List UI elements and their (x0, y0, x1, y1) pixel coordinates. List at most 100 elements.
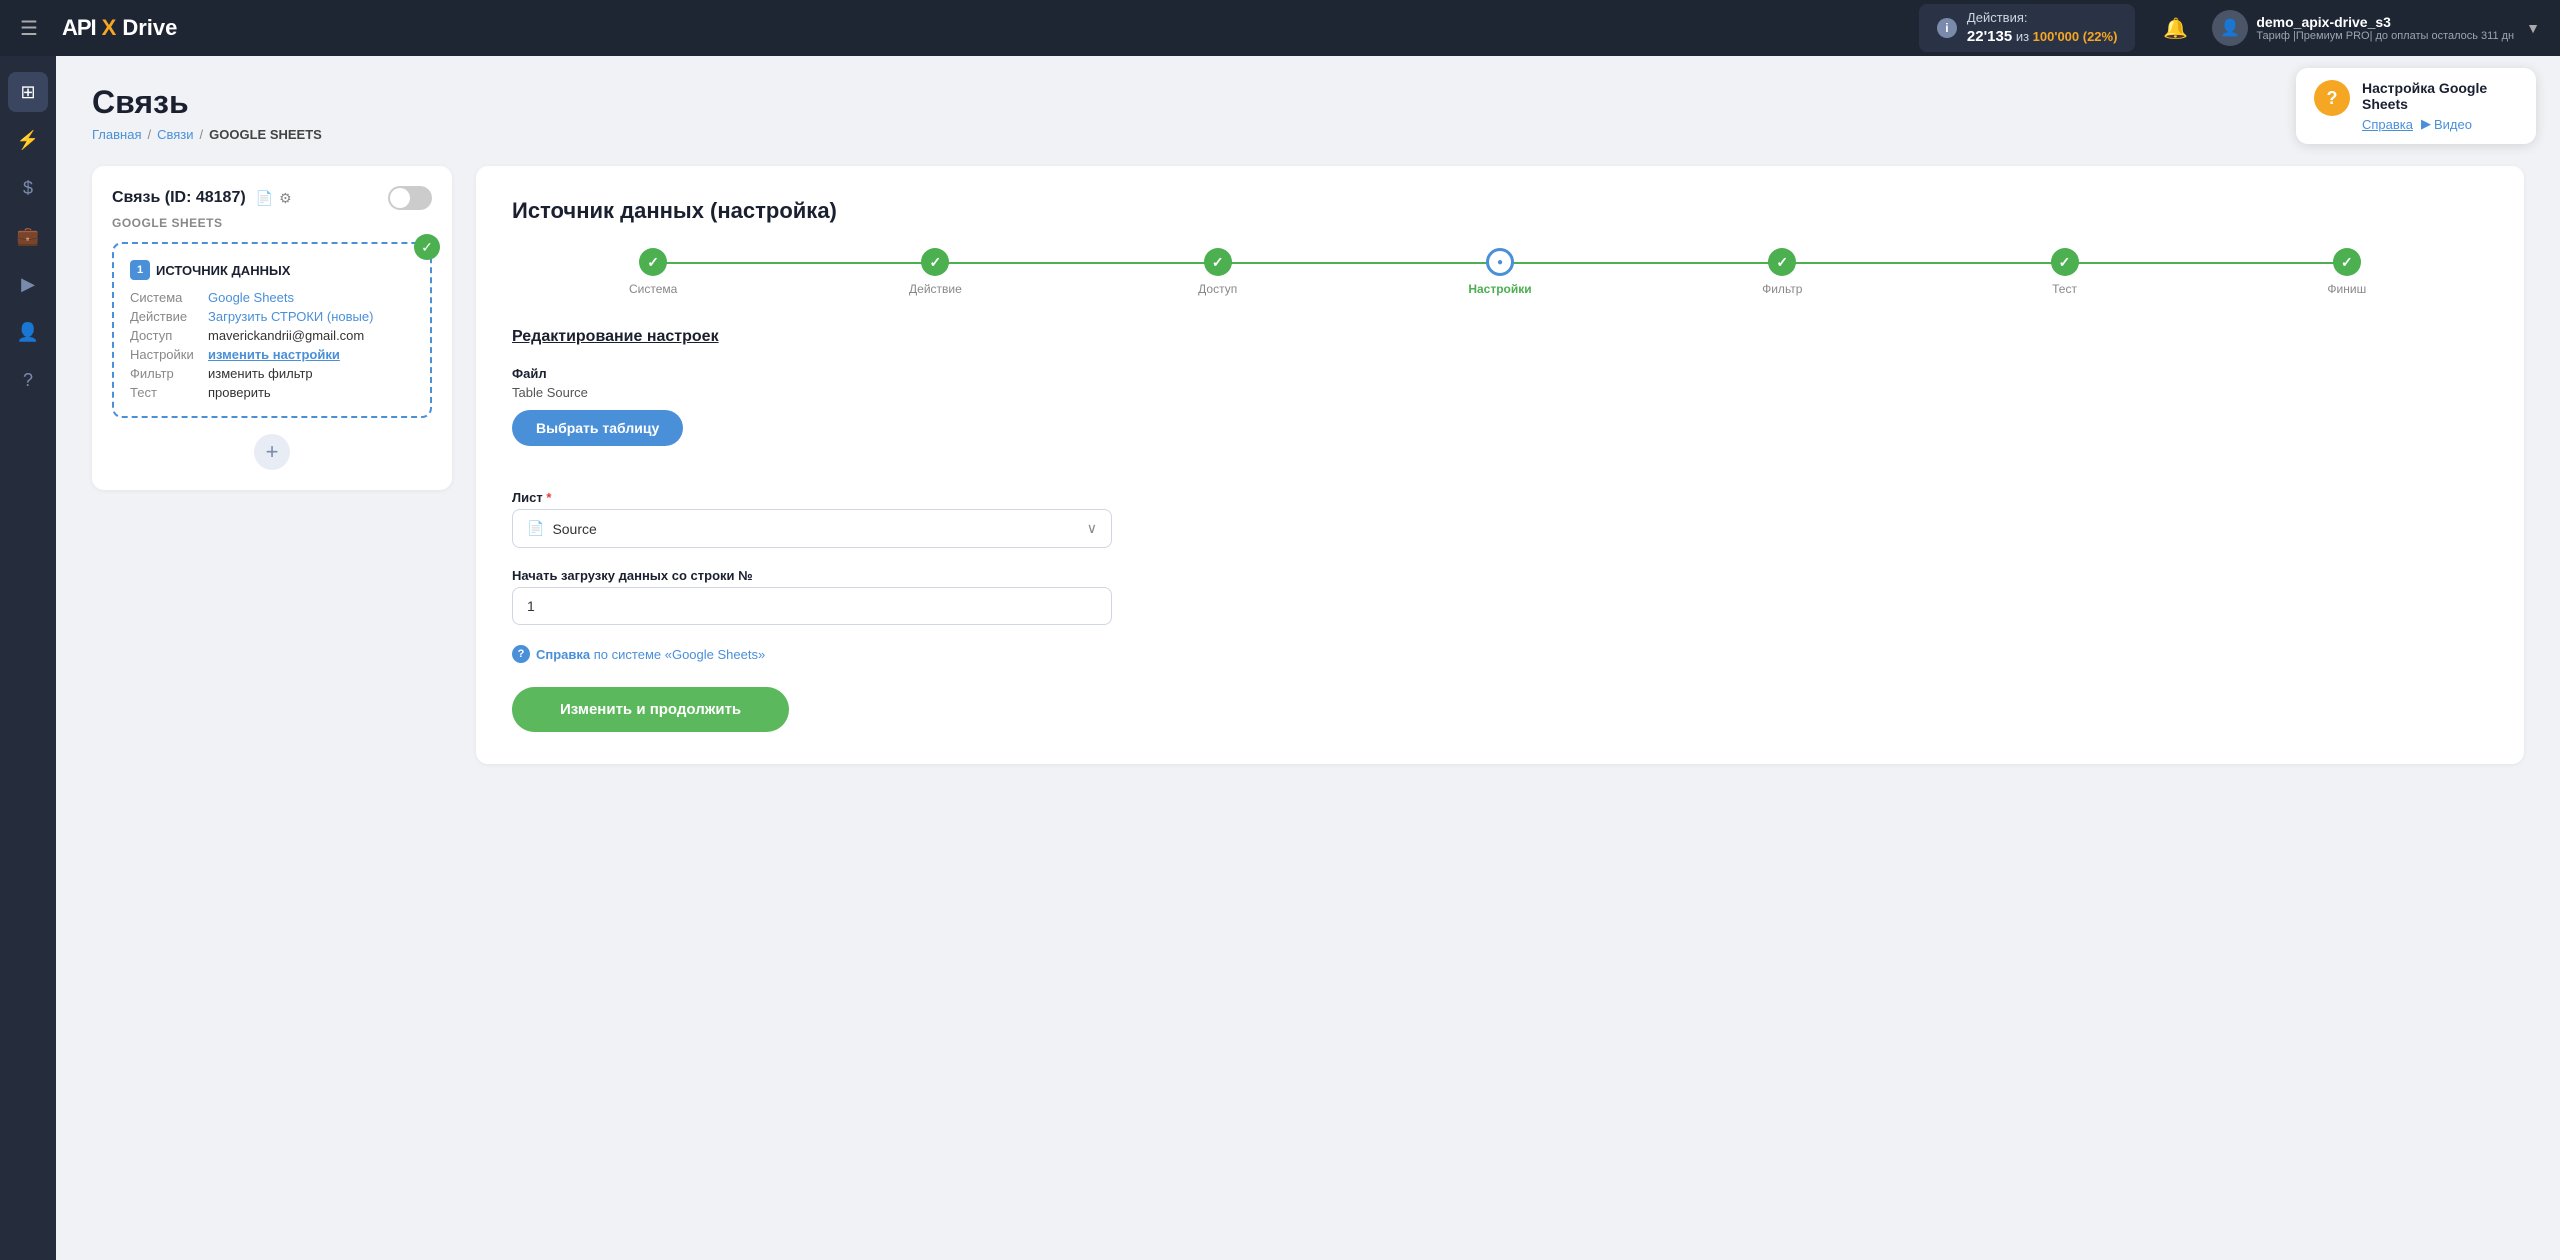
doc-icon: 📄 (527, 520, 544, 537)
chevron-down-icon: ∨ (1087, 520, 1097, 537)
step-label-filter: Фильтр (1762, 282, 1802, 296)
step-label-sistema: Система (629, 282, 677, 296)
actions-box: i Действия: 22'135 из 100'000 (22%) (1919, 4, 2136, 52)
sheet-dropdown[interactable]: 📄 Source ∨ (512, 509, 1112, 548)
table-row: Тест проверить (130, 385, 414, 400)
add-button[interactable]: + (254, 434, 290, 470)
user-menu[interactable]: 👤 demo_apix-drive_s3 Тариф |Премиум PRO|… (2212, 10, 2540, 46)
source-label: ИСТОЧНИК ДАННЫХ (156, 263, 290, 278)
step-circle-access: ✓ (1204, 248, 1232, 276)
table-row: Доступ maverickandrii@gmail.com (130, 328, 414, 343)
actions-limit: 100'000 (22%) (2033, 29, 2118, 44)
step-filter: ✓ Фильтр (1641, 248, 1923, 296)
logo-api: API (62, 15, 96, 41)
select-table-button[interactable]: Выбрать таблицу (512, 410, 683, 446)
step-label-finish: Финиш (2327, 282, 2366, 296)
table-row: Фильтр изменить фильтр (130, 366, 414, 381)
step-label-access: Доступ (1198, 282, 1237, 296)
user-plan: Тариф |Премиум PRO| до оплаты осталось 3… (2256, 30, 2514, 42)
help-circle-icon: ? (512, 645, 530, 663)
right-panel: Источник данных (настройка) ✓ Система ✓ … (476, 166, 2524, 764)
file-name: Table Source (512, 385, 2488, 400)
logo-drive: Drive (122, 15, 177, 41)
actions-text: Действия: 22'135 из 100'000 (22%) (1967, 10, 2118, 46)
help-icon: ? (2314, 80, 2350, 116)
toggle-switch[interactable] (388, 186, 432, 210)
settings-gear-icon[interactable]: ⚙ (279, 190, 292, 207)
sidebar-item-services[interactable]: 💼 (8, 216, 48, 256)
user-info: demo_apix-drive_s3 Тариф |Премиум PRO| д… (2256, 14, 2514, 42)
help-content: Настройка Google Sheets Справка ▶ Видео (2362, 80, 2518, 132)
menu-icon[interactable]: ☰ (20, 16, 38, 41)
step-circle-settings: ● (1486, 248, 1514, 276)
sidebar-item-connections[interactable]: ⚡ (8, 120, 48, 160)
steps-bar: ✓ Система ✓ Действие ✓ Доступ (512, 248, 2488, 296)
sidebar-item-dashboard[interactable]: ⊞ (8, 72, 48, 112)
page-title: Связь (92, 84, 2524, 121)
source-card: ✓ 1 ИСТОЧНИК ДАННЫХ Система Google Sheet… (112, 242, 432, 418)
help-link[interactable]: Справка (2362, 117, 2413, 132)
file-section: Файл Table Source Выбрать таблицу (512, 366, 2488, 470)
step-action: ✓ Действие (794, 248, 1076, 296)
help-suffix: по системе «Google Sheets» (594, 647, 765, 662)
save-button[interactable]: Изменить и продолжить (512, 687, 789, 732)
logo: APIXDrive (62, 15, 177, 41)
connection-title: Связь (ID: 48187) (112, 189, 246, 207)
help-title: Настройка Google Sheets (2362, 80, 2518, 112)
step-circle-action: ✓ (921, 248, 949, 276)
table-row: Система Google Sheets (130, 290, 414, 305)
user-name: demo_apix-drive_s3 (2256, 14, 2514, 30)
main-layout: ⊞ ⚡ $ 💼 ▶ 👤 ? ? Настройка Google Sheets … (0, 56, 2560, 1260)
top-navigation: ☰ APIXDrive i Действия: 22'135 из 100'00… (0, 0, 2560, 56)
sheet-section: Лист * 📄 Source ∨ (512, 490, 2488, 548)
source-check-icon: ✓ (414, 234, 440, 260)
content-area: ? Настройка Google Sheets Справка ▶ Виде… (56, 56, 2560, 1260)
breadcrumb: Главная / Связи / GOOGLE SHEETS (92, 127, 2524, 142)
chevron-down-icon: ▼ (2526, 20, 2540, 36)
sheet-value: Source (552, 521, 596, 537)
panel-title: Источник данных (настройка) (512, 198, 2488, 224)
breadcrumb-current: GOOGLE SHEETS (209, 127, 322, 142)
avatar: 👤 (2212, 10, 2248, 46)
sheet-selected-value: 📄 Source (527, 520, 597, 537)
help-text: Справка по системе «Google Sheets» (536, 647, 765, 662)
sidebar: ⊞ ⚡ $ 💼 ▶ 👤 ? (0, 56, 56, 1260)
step-finish: ✓ Финиш (2206, 248, 2488, 296)
document-icon[interactable]: 📄 (256, 190, 273, 207)
start-row-input[interactable] (512, 587, 1112, 625)
help-line: ? Справка по системе «Google Sheets» (512, 645, 2488, 663)
help-box: ? Настройка Google Sheets Справка ▶ Виде… (2296, 68, 2536, 144)
sheet-label: Лист * (512, 490, 2488, 505)
breadcrumb-sep1: / (147, 127, 151, 142)
breadcrumb-connections[interactable]: Связи (157, 127, 193, 142)
bell-icon[interactable]: 🔔 (2163, 16, 2188, 41)
step-circle-finish: ✓ (2333, 248, 2361, 276)
step-access: ✓ Доступ (1077, 248, 1359, 296)
breadcrumb-home[interactable]: Главная (92, 127, 141, 142)
help-video-link[interactable]: ▶ Видео (2421, 116, 2472, 132)
start-row-label: Начать загрузку данных со строки № (512, 568, 2488, 583)
step-circle-test: ✓ (2051, 248, 2079, 276)
logo-x: X (102, 15, 117, 41)
step-label-settings: Настройки (1468, 282, 1531, 296)
source-badge: 1 (130, 260, 150, 280)
actions-separator: из (2016, 29, 2033, 44)
step-label-action: Действие (909, 282, 962, 296)
breadcrumb-sep2: / (200, 127, 204, 142)
step-test: ✓ Тест (1923, 248, 2205, 296)
edit-heading: Редактирование настроек (512, 328, 2488, 346)
help-prefix[interactable]: Справка (536, 647, 590, 662)
left-panel: Связь (ID: 48187) 📄 ⚙ GOOGLE SHEETS ✓ 1 … (92, 166, 452, 490)
actions-label: Действия: (1967, 10, 2028, 25)
connection-header: Связь (ID: 48187) 📄 ⚙ (112, 186, 432, 210)
table-row: Настройки изменить настройки (130, 347, 414, 362)
google-sheets-label: GOOGLE SHEETS (112, 216, 432, 230)
source-rows: Система Google Sheets Действие Загрузить… (130, 290, 414, 400)
actions-count: 22'135 (1967, 28, 2012, 45)
sidebar-item-youtube[interactable]: ▶ (8, 264, 48, 304)
sidebar-item-billing[interactable]: $ (8, 168, 48, 208)
sidebar-item-account[interactable]: 👤 (8, 312, 48, 352)
sheet-required: * (546, 490, 551, 505)
step-circle-filter: ✓ (1768, 248, 1796, 276)
sidebar-item-help[interactable]: ? (8, 360, 48, 400)
